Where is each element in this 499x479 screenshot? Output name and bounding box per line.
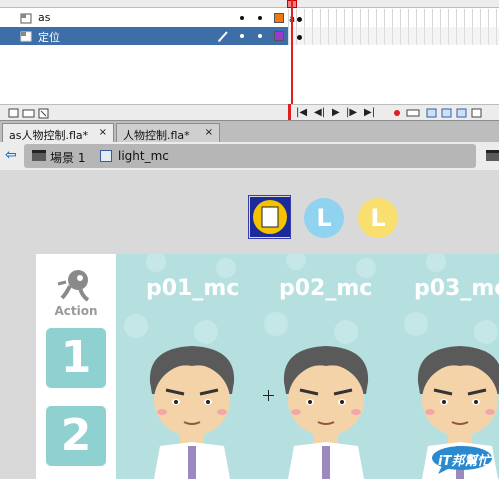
stage: L L Action 1 2 p01_mc p02_mc p03_mc iT邦幫…	[0, 170, 499, 479]
tab-label: 人物控制.fla*	[123, 129, 190, 142]
first-frame-button[interactable]: |◀	[296, 107, 307, 119]
layer-name: 定位	[38, 31, 60, 44]
layer-outline-swatch[interactable]	[274, 31, 284, 41]
movieclip-symbol-icon	[100, 150, 112, 162]
layer-icon	[20, 31, 32, 42]
playback-controls: |◀ ◀| ▶ |▶ ▶|	[296, 105, 386, 119]
selection-box	[248, 195, 291, 239]
breadcrumb-symbol[interactable]: light_mc	[118, 149, 169, 163]
layer-row-as[interactable]: as	[0, 9, 288, 27]
mc-label-p03: p03_mc	[414, 276, 499, 301]
lock-dot[interactable]	[258, 16, 262, 20]
tab-close-button[interactable]: ×	[99, 127, 107, 138]
tab-as-character-control[interactable]: as人物控制.fla* ×	[2, 123, 114, 143]
scene-clapper-icon	[32, 150, 46, 161]
lock-dot[interactable]	[258, 34, 262, 38]
number-label: 1	[60, 332, 92, 383]
number-button-2[interactable]: 2	[46, 406, 106, 466]
keyframe[interactable]	[297, 17, 302, 22]
number-button-1[interactable]: 1	[46, 328, 106, 388]
keyframe[interactable]	[297, 35, 302, 40]
action-panel: Action 1 2	[36, 254, 116, 479]
l-button-2[interactable]: L	[304, 198, 344, 238]
l-glyph: L	[370, 204, 386, 232]
mc-label-p02: p02_mc	[279, 276, 373, 301]
registration-crosshair	[263, 390, 274, 401]
watermark-text: iT邦幫忙	[438, 454, 491, 469]
prev-frame-button[interactable]: ◀|	[314, 107, 325, 119]
number-label: 2	[60, 410, 92, 461]
timeline-toolbar: |◀ ◀| ▶ |▶ ▶|	[0, 104, 499, 120]
layer-name: as	[38, 11, 51, 24]
tab-close-button[interactable]: ×	[205, 127, 213, 138]
character-p01[interactable]	[140, 342, 244, 479]
play-button[interactable]: ▶	[332, 107, 340, 119]
watermark-logo: iT邦幫忙	[430, 444, 496, 474]
back-arrow-icon[interactable]: ⇦	[5, 148, 17, 162]
tab-character-control[interactable]: 人物控制.fla* ×	[116, 123, 220, 143]
l-glyph: L	[316, 204, 332, 232]
layer-icon	[20, 13, 32, 24]
onion-skin-icons[interactable]	[392, 107, 492, 119]
visibility-dot[interactable]	[240, 16, 244, 20]
breadcrumb-scene[interactable]: 場景 1	[50, 149, 85, 166]
mc-label-p01: p01_mc	[146, 276, 240, 301]
breadcrumb: 場景 1 light_mc	[24, 144, 476, 168]
last-frame-button[interactable]: ▶|	[364, 107, 375, 119]
playhead-line	[291, 0, 293, 120]
layer-row-position[interactable]: 定位	[0, 27, 288, 45]
playhead-marker-bottom	[288, 104, 291, 120]
layer-tools-icons[interactable]	[8, 107, 52, 119]
edit-bar: ⇦ 場景 1 light_mc	[0, 142, 499, 170]
visibility-dot[interactable]	[240, 34, 244, 38]
frame-grid[interactable]: a	[288, 9, 499, 45]
pencil-icon	[218, 31, 228, 42]
l-button-3[interactable]: L	[358, 198, 398, 238]
next-frame-button[interactable]: |▶	[346, 107, 357, 119]
character-p02[interactable]	[274, 342, 378, 479]
tab-label: as人物控制.fla*	[9, 129, 89, 142]
mascot-icon	[57, 270, 90, 302]
flash-ide-window: as 定位 a	[0, 0, 499, 479]
action-label: Action	[54, 304, 98, 318]
timeline-panel: as 定位 a	[0, 0, 499, 120]
layer-outline-swatch[interactable]	[274, 13, 284, 23]
document-tabs: as人物控制.fla* × 人物控制.fla* ×	[0, 120, 499, 143]
edit-scene-icon[interactable]	[486, 150, 499, 161]
timeline-header	[0, 0, 499, 8]
